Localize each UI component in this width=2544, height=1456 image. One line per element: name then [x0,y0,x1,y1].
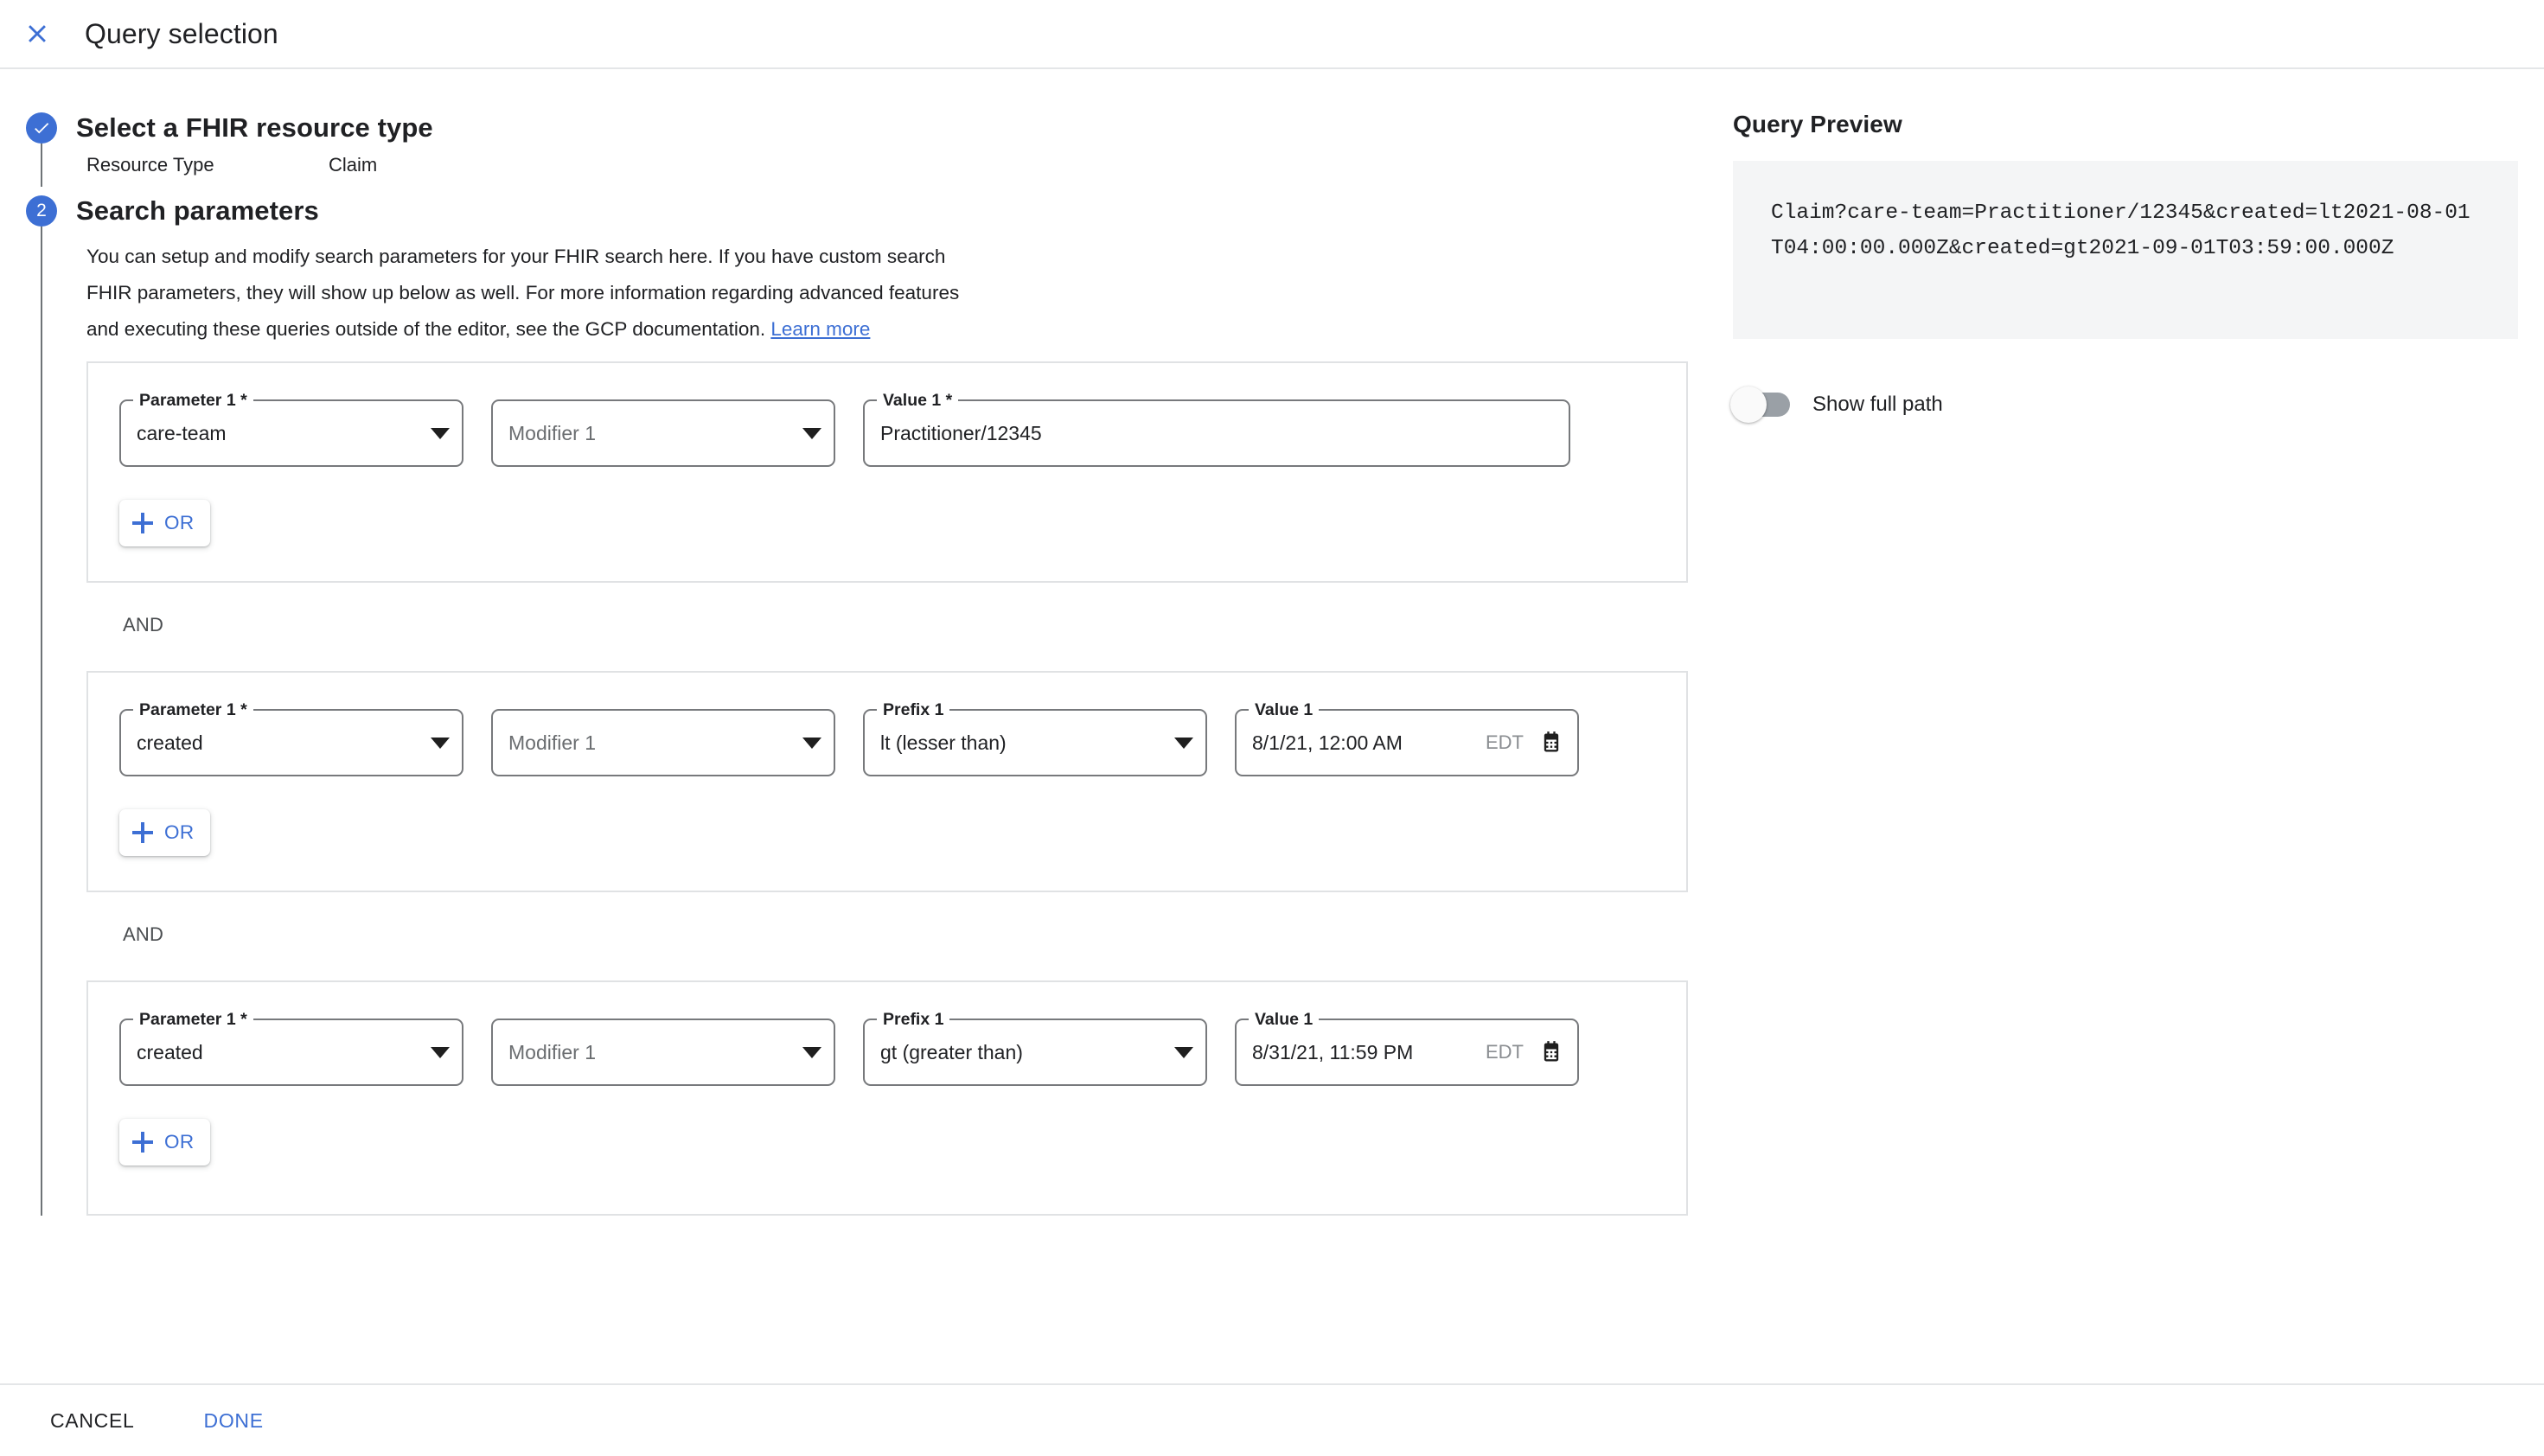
show-full-path-toggle[interactable] [1730,386,1790,423]
add-or-button[interactable]: OR [119,809,210,856]
step-number-icon: 2 [26,195,57,227]
show-full-path-row: Show full path [1730,386,2518,423]
modifier-select-1[interactable]: Modifier 1 [491,399,835,467]
query-preview-box: Claim?care-team=Practitioner/12345&creat… [1733,161,2518,339]
learn-more-link[interactable]: Learn more [770,318,870,340]
and-separator: AND [123,614,164,635]
chevron-down-icon [431,737,450,749]
resource-type-value: Claim [329,154,378,176]
check-circle-icon [26,112,57,144]
prefix-value: gt (greater than) [880,1040,1023,1063]
parameter-select-1[interactable]: Parameter 1 * care-team [119,390,463,467]
date-value-input-3[interactable]: Value 1 8/31/21, 11:59 PM EDT [1235,1009,1579,1086]
prefix-select-2[interactable]: Prefix 1 lt (lesser than) [863,699,1207,776]
calendar-icon[interactable] [1539,1040,1563,1064]
prefix-label: Prefix 1 [877,1009,950,1030]
calendar-icon[interactable] [1539,731,1563,755]
parameter-value: care-team [137,421,227,444]
parameter-value: created [137,731,203,754]
done-button[interactable]: DONE [185,1395,283,1446]
timezone-label: EDT [1486,731,1524,753]
chevron-down-icon [431,427,450,439]
parameter-group-card: Parameter 1 * created Modifier 1 Prefix … [86,980,1688,1216]
date-value-text: 8/31/21, 11:59 PM [1252,1040,1414,1063]
step-1-header[interactable]: Select a FHIR resource type [26,112,1721,144]
add-or-label: OR [164,821,195,843]
modifier-select-2[interactable]: Modifier 1 [491,709,835,776]
value-label: Value 1 [1249,1009,1320,1030]
prefix-select-3[interactable]: Prefix 1 gt (greater than) [863,1009,1207,1086]
date-value-text: 8/1/21, 12:00 AM [1252,731,1403,754]
chevron-down-icon [431,1046,450,1058]
parameter-select-3[interactable]: Parameter 1 * created [119,1009,463,1086]
add-or-button[interactable]: OR [119,1119,210,1165]
close-button[interactable] [14,10,61,57]
chevron-down-icon [802,737,821,749]
parameter-field-row: Parameter 1 * created Modifier 1 Prefix … [119,699,1655,776]
modifier-placeholder: Modifier 1 [508,731,596,754]
chevron-down-icon [802,1046,821,1058]
prefix-label: Prefix 1 [877,699,950,720]
parameter-label: Parameter 1 * [133,1009,253,1030]
plus-icon [131,512,154,534]
step-1-title: Select a FHIR resource type [76,112,433,143]
plus-icon [131,821,154,844]
step-2-body: You can setup and modify search paramete… [41,227,1721,1216]
parameter-label: Parameter 1 * [133,699,253,720]
add-or-label: OR [164,512,195,533]
value-label: Value 1 * [877,390,959,411]
resource-type-row: Resource Type Claim [86,144,1721,187]
chevron-down-icon [802,427,821,439]
chevron-down-icon [1174,1046,1193,1058]
modifier-placeholder: Modifier 1 [508,1040,596,1063]
step-2-title: Search parameters [76,195,319,226]
stepper: Select a FHIR resource type Resource Typ… [26,112,1721,1216]
cancel-button[interactable]: CANCEL [31,1395,154,1446]
step-1-body: Resource Type Claim [41,144,1721,187]
add-or-label: OR [164,1131,195,1153]
value-label: Value 1 [1249,699,1320,720]
parameter-label: Parameter 1 * [133,390,253,411]
and-separator: AND [123,923,164,945]
query-preview-title: Query Preview [1733,111,1902,137]
prefix-value: lt (lesser than) [880,731,1007,754]
step-search-parameters: 2 Search parameters You can setup and mo… [26,195,1721,1216]
query-preview-text: Claim?care-team=Practitioner/12345&creat… [1771,201,2470,260]
page-title: Query selection [85,17,278,49]
date-value-input-2[interactable]: Value 1 8/1/21, 12:00 AM EDT [1235,699,1579,776]
parameter-field-row: Parameter 1 * created Modifier 1 Prefix … [119,1009,1655,1086]
parameter-group-card: Parameter 1 * created Modifier 1 Prefix … [86,671,1688,892]
resource-type-label: Resource Type [86,154,214,176]
parameter-select-2[interactable]: Parameter 1 * created [119,699,463,776]
parameter-field-row: Parameter 1 * care-team Modifier 1 Value… [119,390,1655,467]
close-icon [22,19,52,48]
modifier-placeholder: Modifier 1 [508,421,596,444]
value-input-1[interactable]: Value 1 * Practitioner/12345 [863,390,1570,467]
parameter-value: created [137,1040,203,1063]
search-parameters-description: You can setup and modify search paramete… [86,227,964,348]
dialog-header: Query selection [0,0,2544,69]
value-text: Practitioner/12345 [880,421,1042,444]
timezone-label: EDT [1486,1041,1524,1063]
step-2-header[interactable]: 2 Search parameters [26,195,1721,227]
add-or-button[interactable]: OR [119,500,210,546]
toggle-thumb [1730,386,1767,423]
dialog-body: Select a FHIR resource type Resource Typ… [0,71,2544,1383]
show-full-path-label: Show full path [1812,393,1943,416]
modifier-select-3[interactable]: Modifier 1 [491,1019,835,1086]
plus-icon [131,1131,154,1153]
chevron-down-icon [1174,737,1193,749]
dialog-footer: CANCEL DONE [0,1383,2544,1456]
query-preview-panel: Query Preview Claim?care-team=Practition… [1730,111,2518,423]
parameter-group-card: Parameter 1 * care-team Modifier 1 Value… [86,361,1688,583]
step-select-resource-type: Select a FHIR resource type Resource Typ… [26,112,1721,187]
